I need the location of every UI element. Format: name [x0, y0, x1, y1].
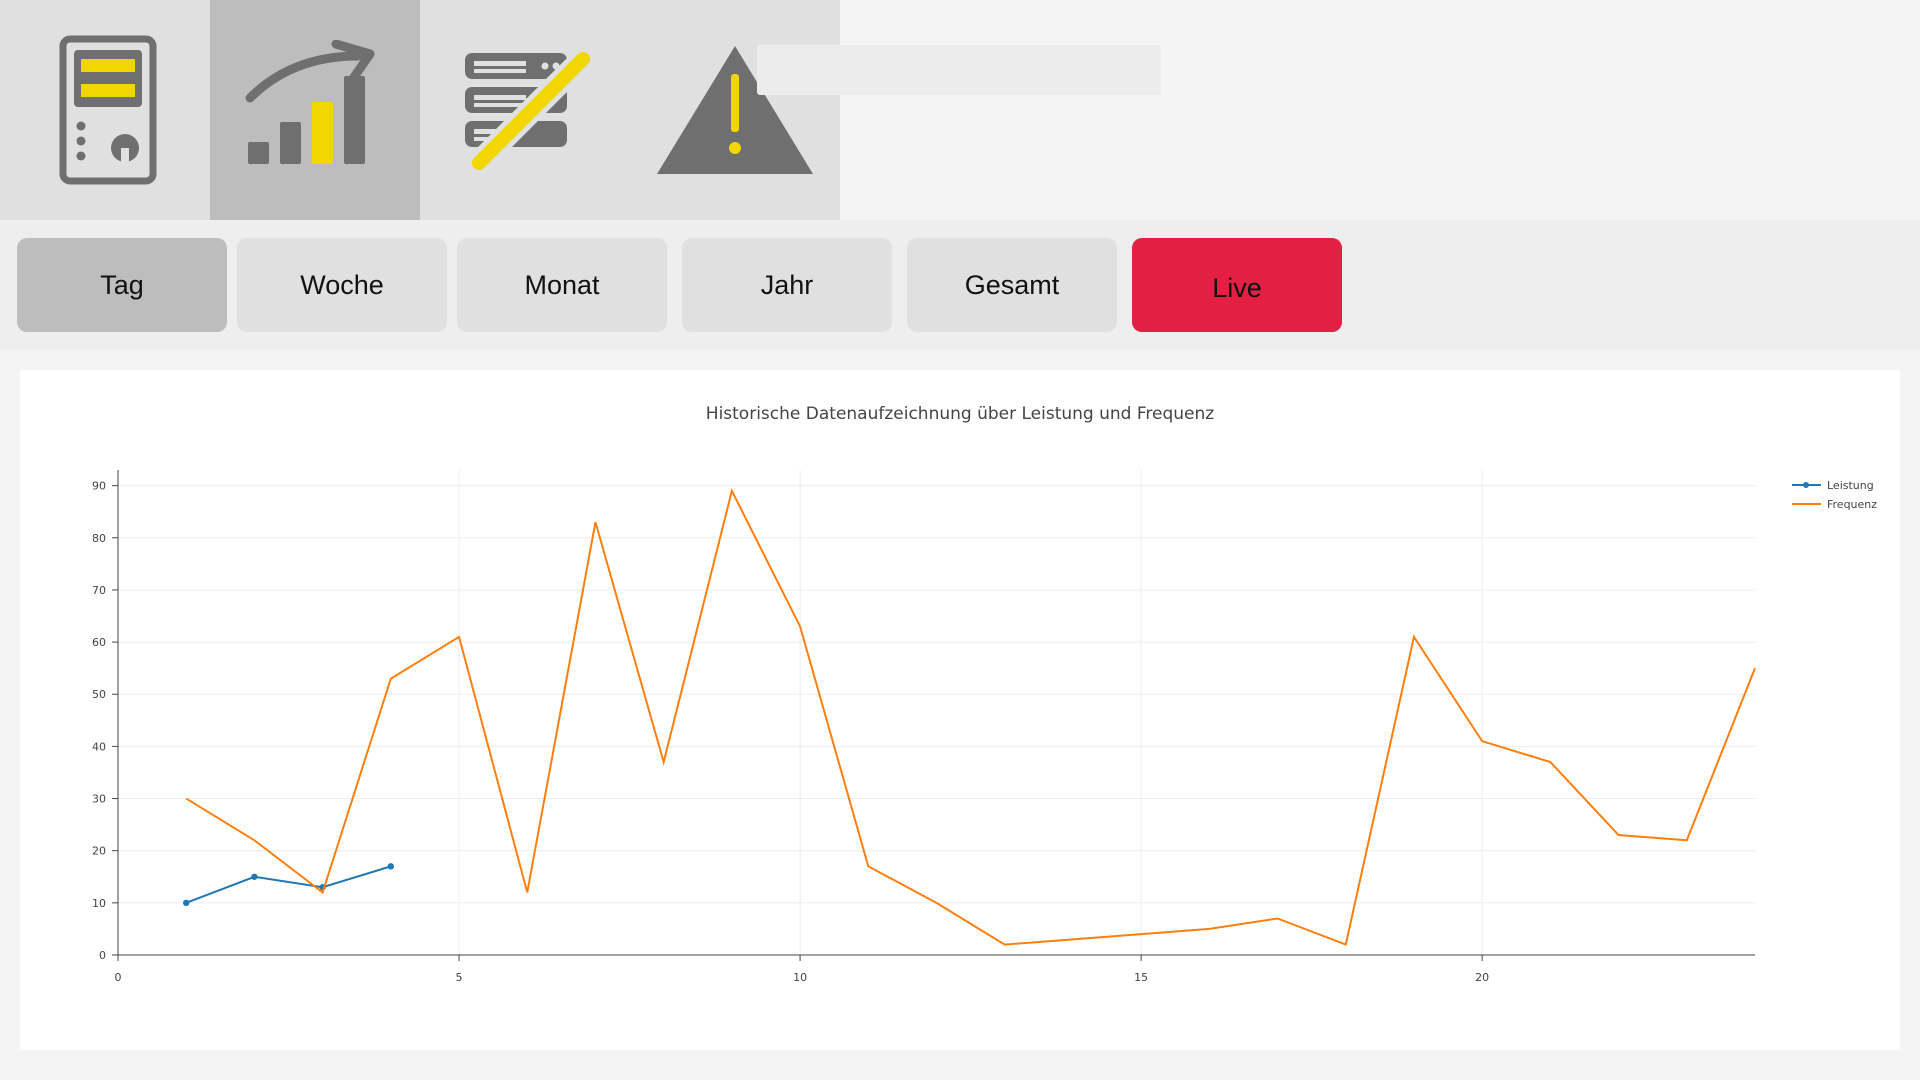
- data-point-leistung: [183, 899, 190, 907]
- data-point-leistung: [251, 873, 258, 880]
- y-tick-label: 80: [92, 532, 106, 545]
- data-point-leistung: [387, 863, 395, 870]
- chart-grid: [118, 470, 1755, 955]
- legend-label-leistung: Leistung: [1827, 479, 1874, 492]
- tab-live[interactable]: Live: [1132, 238, 1342, 332]
- y-tick-label: 60: [92, 636, 106, 649]
- faded-notification: [757, 45, 1161, 95]
- x-tick-label: 20: [1475, 971, 1489, 984]
- legend-label-frequenz: Frequenz: [1827, 498, 1877, 511]
- chart-card: Historische Datenaufzeichnung über Leist…: [20, 370, 1900, 1050]
- y-tick-label: 0: [99, 949, 106, 962]
- nav-item-server-status[interactable]: [0, 0, 210, 220]
- chart-series: [183, 488, 1756, 946]
- tab-year[interactable]: Jahr: [682, 238, 892, 332]
- y-tick-label: 70: [92, 584, 106, 597]
- nav-item-warnings[interactable]: [630, 0, 840, 220]
- tab-total[interactable]: Gesamt: [907, 238, 1117, 332]
- y-tick-label: 50: [92, 688, 106, 701]
- y-tick-label: 40: [92, 740, 106, 753]
- tab-month[interactable]: Monat: [457, 238, 667, 332]
- line-chart: Historische Datenaufzeichnung über Leist…: [92, 404, 1877, 984]
- legend-marker-leistung: [1803, 482, 1809, 488]
- statistics-chart-icon: [245, 40, 375, 164]
- top-navigation: [0, 0, 840, 220]
- x-tick-label: 0: [115, 971, 122, 984]
- server-status-icon: [59, 35, 157, 185]
- x-tick-label: 5: [456, 971, 463, 984]
- tab-day[interactable]: Tag: [17, 238, 227, 332]
- y-tick-label: 10: [92, 897, 106, 910]
- y-tick-label: 30: [92, 793, 106, 806]
- nav-item-statistics[interactable]: [210, 0, 420, 220]
- nav-item-server-edit[interactable]: [420, 0, 630, 220]
- y-tick-label: 20: [92, 845, 106, 858]
- chart-title: Historische Datenaufzeichnung über Leist…: [706, 404, 1215, 424]
- series-line-frequenz: [185, 488, 1756, 946]
- time-range-tabs: Tag Woche Monat Jahr Gesamt Live: [0, 220, 1920, 350]
- tab-week[interactable]: Woche: [237, 238, 447, 332]
- x-tick-label: 15: [1134, 971, 1148, 984]
- y-tick-label: 90: [92, 480, 106, 493]
- x-tick-label: 10: [793, 971, 807, 984]
- chart-legend: Leistung Frequenz: [1792, 479, 1877, 511]
- series-line-leistung: [185, 865, 392, 904]
- server-edit-icon: [465, 47, 595, 175]
- chart-axes: 0 10 20 30 40 50 60 70 80 90 0 5 10 15 20: [92, 470, 1755, 984]
